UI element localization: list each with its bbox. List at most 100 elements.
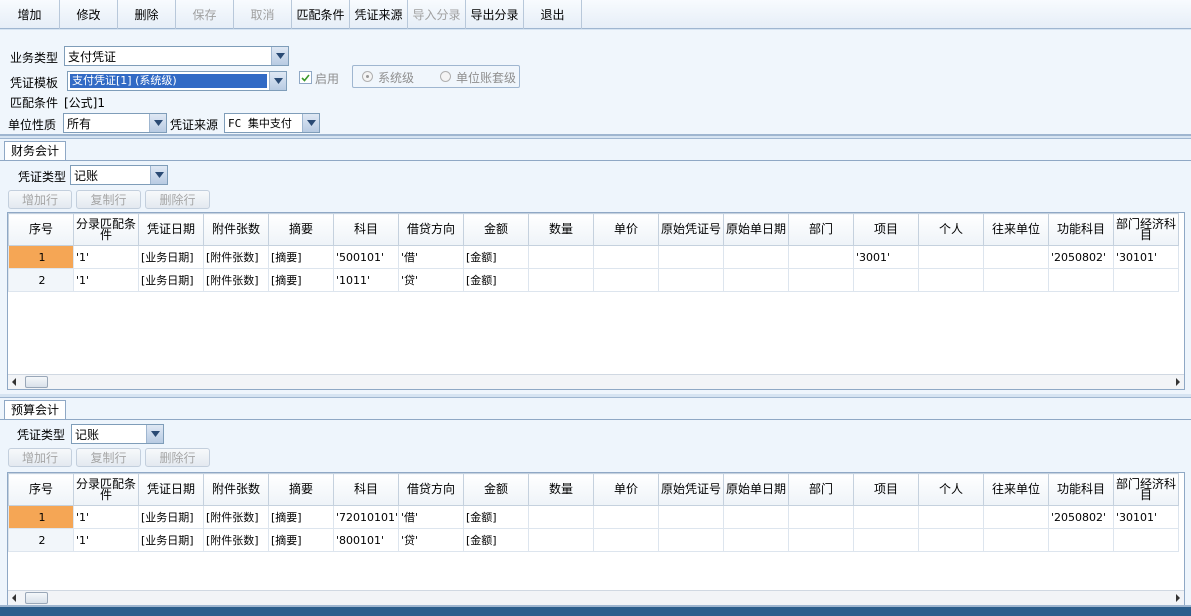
- unit-nature-select[interactable]: 所有: [63, 113, 167, 133]
- table-cell[interactable]: [723, 528, 789, 552]
- finance-copy-row-button[interactable]: 复制行: [76, 190, 141, 209]
- radio-unit-level[interactable]: [440, 71, 451, 82]
- column-header[interactable]: 数量: [528, 213, 594, 246]
- table-cell[interactable]: '1': [73, 505, 139, 529]
- table-cell[interactable]: [1113, 268, 1179, 292]
- column-header[interactable]: 科目: [333, 213, 399, 246]
- import-entries-button[interactable]: 导入分录: [408, 0, 466, 29]
- table-cell[interactable]: [723, 268, 789, 292]
- column-header[interactable]: 部门: [788, 473, 854, 506]
- table-cell[interactable]: [业务日期]: [138, 505, 204, 529]
- table-cell[interactable]: [1048, 268, 1114, 292]
- column-header[interactable]: 往来单位: [983, 213, 1049, 246]
- budget-voucher-type-select[interactable]: 记账: [71, 424, 164, 444]
- chevron-down-icon[interactable]: [149, 114, 166, 132]
- table-cell[interactable]: '贷': [398, 528, 464, 552]
- table-row[interactable]: 2'1' [业务日期] [附件张数] [摘要] '1011' '贷' [金额]: [8, 268, 1179, 292]
- column-header[interactable]: 附件张数: [203, 473, 269, 506]
- table-cell[interactable]: [658, 528, 724, 552]
- column-header[interactable]: 摘要: [268, 213, 334, 246]
- table-cell[interactable]: [528, 268, 594, 292]
- business-type-select[interactable]: 支付凭证: [64, 46, 289, 66]
- table-cell[interactable]: '1': [73, 245, 139, 269]
- column-header[interactable]: 分录匹配条件: [73, 213, 139, 246]
- table-cell[interactable]: [附件张数]: [203, 268, 269, 292]
- column-header[interactable]: 摘要: [268, 473, 334, 506]
- row-number-cell[interactable]: 1: [8, 505, 74, 529]
- table-cell[interactable]: '3001': [853, 245, 919, 269]
- table-row[interactable]: 1'1' [业务日期] [附件张数] [摘要] '72010101' '借' [金额] '20…: [8, 505, 1179, 529]
- table-cell[interactable]: '1': [73, 528, 139, 552]
- row-number-cell[interactable]: 2: [8, 528, 74, 552]
- column-header[interactable]: 个人: [918, 213, 984, 246]
- table-cell[interactable]: '2050802': [1048, 245, 1114, 269]
- scroll-right-icon[interactable]: [1176, 378, 1180, 386]
- table-cell[interactable]: '1011': [333, 268, 399, 292]
- table-cell[interactable]: [983, 268, 1049, 292]
- column-header[interactable]: 凭证日期: [138, 213, 204, 246]
- chevron-down-icon[interactable]: [146, 425, 163, 443]
- column-header[interactable]: 单价: [593, 473, 659, 506]
- column-header[interactable]: 部门经济科目: [1113, 213, 1179, 246]
- table-cell[interactable]: [723, 245, 789, 269]
- table-cell[interactable]: '72010101': [333, 505, 399, 529]
- finance-delete-row-button[interactable]: 删除行: [145, 190, 210, 209]
- table-cell[interactable]: [金额]: [463, 245, 529, 269]
- scroll-thumb[interactable]: [25, 376, 48, 388]
- table-cell[interactable]: [918, 505, 984, 529]
- radio-system-level[interactable]: [362, 71, 373, 82]
- column-header[interactable]: 科目: [333, 473, 399, 506]
- scroll-thumb[interactable]: [25, 592, 48, 604]
- table-cell[interactable]: [摘要]: [268, 505, 334, 529]
- table-cell[interactable]: '30101': [1113, 245, 1179, 269]
- table-cell[interactable]: [528, 528, 594, 552]
- table-cell[interactable]: [983, 528, 1049, 552]
- cancel-button[interactable]: 取消: [234, 0, 292, 29]
- column-header[interactable]: 项目: [853, 473, 919, 506]
- column-header[interactable]: 序号: [8, 473, 74, 506]
- table-cell[interactable]: [附件张数]: [203, 528, 269, 552]
- column-header[interactable]: 分录匹配条件: [73, 473, 139, 506]
- table-cell[interactable]: [983, 245, 1049, 269]
- finance-voucher-type-select[interactable]: 记账: [70, 165, 168, 185]
- table-cell[interactable]: [528, 245, 594, 269]
- match-condition-button[interactable]: 匹配条件: [292, 0, 350, 29]
- column-header[interactable]: 个人: [918, 473, 984, 506]
- column-header[interactable]: 借贷方向: [398, 213, 464, 246]
- tab-finance[interactable]: 财务会计: [4, 141, 67, 160]
- table-cell[interactable]: [528, 505, 594, 529]
- table-cell[interactable]: [788, 505, 854, 529]
- column-header[interactable]: 往来单位: [983, 473, 1049, 506]
- voucher-source-button[interactable]: 凭证来源: [350, 0, 408, 29]
- chevron-down-icon[interactable]: [150, 166, 167, 184]
- table-cell[interactable]: [593, 528, 659, 552]
- table-cell[interactable]: [918, 245, 984, 269]
- table-cell[interactable]: [金额]: [463, 505, 529, 529]
- table-cell[interactable]: [593, 245, 659, 269]
- scroll-right-icon[interactable]: [1176, 594, 1180, 602]
- column-header[interactable]: 单价: [593, 213, 659, 246]
- table-cell[interactable]: [1113, 528, 1179, 552]
- table-cell[interactable]: '800101': [333, 528, 399, 552]
- column-header[interactable]: 金额: [463, 473, 529, 506]
- template-select[interactable]: 支付凭证[1] (系统级): [67, 71, 287, 91]
- row-number-cell[interactable]: 1: [8, 245, 74, 269]
- chevron-down-icon[interactable]: [302, 114, 319, 132]
- column-header[interactable]: 功能科目: [1048, 473, 1114, 506]
- table-cell[interactable]: '2050802': [1048, 505, 1114, 529]
- table-cell[interactable]: '贷': [398, 268, 464, 292]
- add-button[interactable]: 增加: [0, 0, 60, 29]
- row-number-cell[interactable]: 2: [8, 268, 74, 292]
- budget-horizontal-scrollbar[interactable]: [8, 590, 1184, 605]
- table-cell[interactable]: [金额]: [463, 528, 529, 552]
- column-header[interactable]: 凭证日期: [138, 473, 204, 506]
- table-cell[interactable]: [658, 245, 724, 269]
- column-header[interactable]: 项目: [853, 213, 919, 246]
- table-cell[interactable]: [853, 505, 919, 529]
- table-cell[interactable]: [918, 268, 984, 292]
- budget-entries-grid[interactable]: 序号 分录匹配条件 凭证日期 附件张数 摘要 科目 借贷方向 金额 数量 单价 原始凭证号 原始单日期…: [7, 472, 1185, 606]
- scroll-left-icon[interactable]: [12, 594, 16, 602]
- table-cell[interactable]: [658, 268, 724, 292]
- table-cell[interactable]: [摘要]: [268, 528, 334, 552]
- finance-add-row-button[interactable]: 增加行: [8, 190, 72, 209]
